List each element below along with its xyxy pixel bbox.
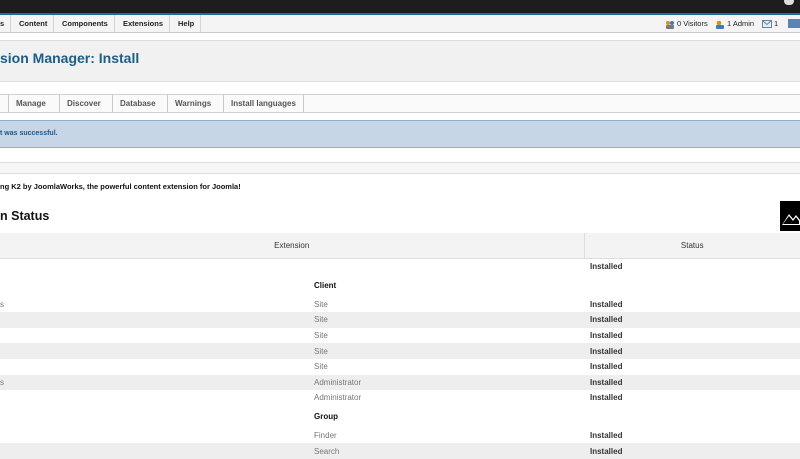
subnav-warnings[interactable]: Warnings bbox=[167, 95, 218, 112]
success-message: t was successful. bbox=[0, 120, 800, 148]
status-cell: Installed bbox=[590, 331, 623, 341]
extension-name-cell bbox=[0, 259, 310, 275]
group-status-cell bbox=[584, 275, 800, 297]
extension-client-cell: Administrator bbox=[314, 393, 362, 403]
k2-logo-icon bbox=[782, 214, 800, 225]
table-row: s Site Installed bbox=[0, 297, 800, 313]
table-row: Administrator Installed bbox=[0, 390, 800, 406]
visitors-status[interactable]: 0 Visitors bbox=[665, 15, 708, 32]
table-row: Site Installed bbox=[0, 312, 800, 328]
extension-submenu: Manage Discover Database Warnings Instal… bbox=[0, 94, 800, 113]
group-status-cell bbox=[584, 406, 800, 428]
admin-count: 1 Admin bbox=[727, 19, 755, 28]
column-header-extension: Extension bbox=[0, 233, 584, 259]
subnav-install-languages[interactable]: Install languages bbox=[223, 95, 304, 112]
extension-client-cell: Finder bbox=[314, 431, 337, 441]
group-spacer-cell bbox=[0, 275, 310, 297]
admin-top-bar bbox=[0, 0, 800, 15]
status-cell: Installed bbox=[584, 443, 800, 459]
extension-client-cell: Search bbox=[310, 443, 584, 459]
k2-logo bbox=[780, 201, 800, 231]
table-header-row: Extension Status bbox=[0, 233, 800, 259]
installation-status-table: Extension Status Installed Client s Site Ins… bbox=[0, 233, 800, 459]
table-row: s Administrator Installed bbox=[0, 374, 800, 391]
admin-status[interactable]: 1 Admin bbox=[715, 15, 754, 32]
table-row: Site Installed bbox=[0, 328, 800, 344]
installation-status-title: n Status bbox=[0, 209, 50, 223]
menu-item-extensions[interactable]: Extensions bbox=[117, 15, 171, 32]
extension-name-cell bbox=[0, 359, 310, 375]
table-group-row: Group bbox=[0, 406, 800, 428]
status-cell: Installed bbox=[590, 262, 623, 272]
menu-item-help[interactable]: Help bbox=[172, 15, 202, 32]
visitors-count: 0 Visitors bbox=[677, 19, 708, 28]
group-label: Client bbox=[314, 281, 337, 291]
table-row: Installed bbox=[0, 259, 800, 275]
group-spacer-cell bbox=[0, 406, 310, 428]
status-cell: Installed bbox=[584, 374, 800, 391]
status-cell: Installed bbox=[590, 362, 623, 372]
admin-menu-bar: s Content Components Extensions Help 0 V… bbox=[0, 15, 800, 33]
extension-name-cell bbox=[0, 428, 310, 444]
status-cell: Installed bbox=[590, 431, 623, 441]
extension-name-cell: s bbox=[0, 374, 310, 391]
subnav-discover[interactable]: Discover bbox=[59, 95, 108, 112]
table-row: Site Installed bbox=[0, 343, 800, 359]
admin-user-icon bbox=[716, 20, 724, 29]
table-row: Site Installed bbox=[0, 359, 800, 375]
subnav-manage[interactable]: Manage bbox=[8, 95, 53, 112]
extension-client-cell: Site bbox=[314, 331, 328, 341]
extension-name-cell bbox=[0, 312, 310, 328]
extension-client-cell: Site bbox=[310, 343, 584, 359]
menu-item-content[interactable]: Content bbox=[13, 15, 55, 32]
status-cell: Installed bbox=[584, 312, 800, 328]
table-body: Installed Client s Site Installed Site Install… bbox=[0, 259, 800, 459]
extension-name-cell bbox=[0, 390, 310, 406]
extension-client-cell bbox=[310, 259, 584, 275]
extension-name-cell bbox=[0, 328, 310, 344]
menu-item-components[interactable]: Components bbox=[56, 15, 115, 32]
extension-name-cell bbox=[0, 443, 310, 459]
welcome-text: ng K2 by JoomlaWorks, the powerful conte… bbox=[0, 182, 241, 191]
window-control-icon[interactable] bbox=[784, 0, 794, 5]
content-divider bbox=[0, 162, 800, 174]
extension-name-cell: s bbox=[0, 299, 4, 309]
status-cell: Installed bbox=[590, 393, 623, 403]
success-message-text: t was successful. bbox=[0, 130, 58, 137]
status-cell: Installed bbox=[584, 343, 800, 359]
table-row: Finder Installed bbox=[0, 428, 800, 444]
extension-client-cell: Site bbox=[310, 312, 584, 328]
users-icon bbox=[666, 20, 674, 29]
group-label: Group bbox=[314, 412, 338, 422]
extension-name-cell bbox=[0, 343, 310, 359]
menu-item-system[interactable]: s bbox=[0, 15, 12, 32]
mail-icon-secondary[interactable] bbox=[788, 19, 800, 28]
mail-icon bbox=[762, 20, 772, 29]
status-cell: Installed bbox=[590, 299, 623, 309]
column-header-status: Status bbox=[583, 233, 800, 259]
extension-client-cell: Site bbox=[314, 362, 328, 372]
messages-count: 1 bbox=[774, 19, 779, 28]
extension-client-cell: Administrator bbox=[310, 374, 584, 391]
page-title: sion Manager: Install bbox=[0, 50, 140, 66]
table-group-row: Client bbox=[0, 275, 800, 297]
subnav-database[interactable]: Database bbox=[112, 95, 163, 112]
messages-status[interactable]: 1 bbox=[762, 15, 778, 32]
extension-client-cell: Site bbox=[314, 299, 328, 309]
table-row: Search Installed bbox=[0, 443, 800, 459]
